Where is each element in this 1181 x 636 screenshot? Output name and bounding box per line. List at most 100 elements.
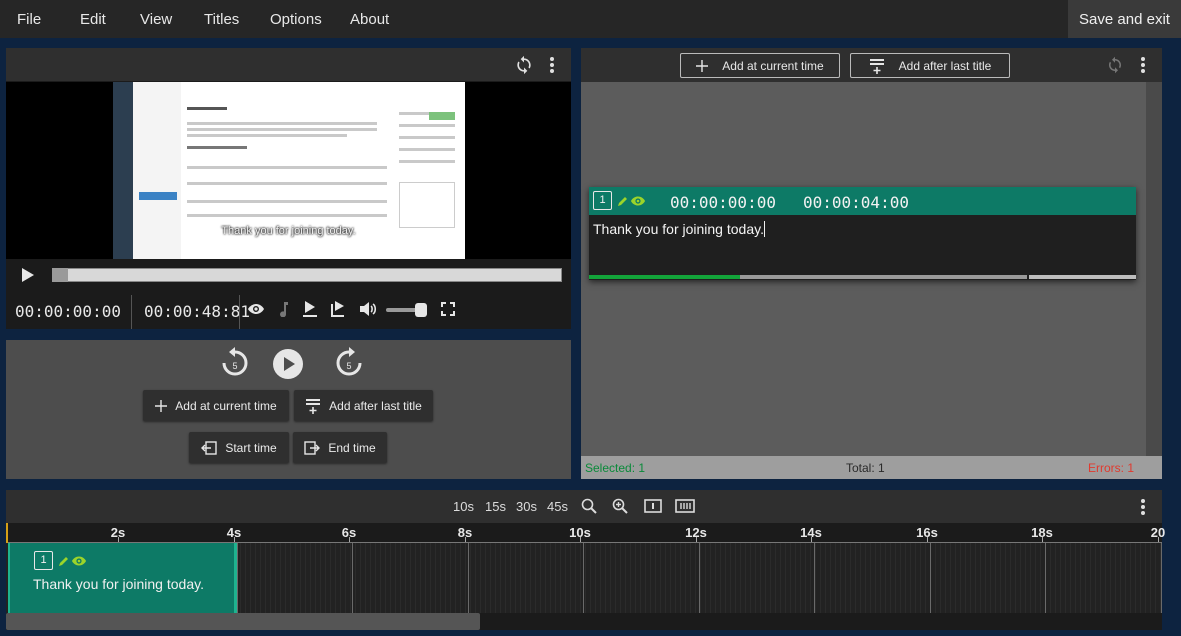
forward-icon[interactable]: 5 bbox=[334, 346, 364, 380]
tick-mark bbox=[349, 537, 350, 542]
editor-more-vert-icon[interactable] bbox=[1133, 54, 1153, 76]
sync-icon[interactable] bbox=[513, 54, 535, 76]
editor-add-current-label: Add at current time bbox=[722, 58, 824, 73]
visibility-icon[interactable] bbox=[630, 193, 646, 209]
plus-icon bbox=[696, 59, 709, 72]
clip-number: 1 bbox=[34, 551, 53, 570]
title-end-time[interactable]: 00:00:04:00 bbox=[803, 193, 909, 212]
selected-count: Selected: 1 bbox=[585, 461, 646, 475]
video-panel: Thank you for joining today. 00:00:00:00… bbox=[6, 48, 571, 329]
seek-bar[interactable] bbox=[52, 268, 562, 282]
menu-file[interactable]: File bbox=[17, 0, 41, 38]
timeline-ruler[interactable]: 2s 4s 6s 8s 10s 12s 14s 16s 18s 20 bbox=[6, 523, 1165, 543]
end-time-icon bbox=[304, 440, 321, 455]
zoom-out-icon[interactable] bbox=[580, 497, 598, 515]
zoom-in-icon[interactable] bbox=[611, 497, 629, 515]
titles-list: 1 00:00:00:00 00:00:04:00 Thank you for … bbox=[581, 82, 1146, 456]
start-time-button[interactable]: Start time bbox=[189, 432, 289, 463]
add-after-last-title-button[interactable]: Add after last title bbox=[294, 390, 433, 421]
clip-visibility-icon[interactable] bbox=[71, 553, 87, 569]
editor-add-after-last-title-button[interactable]: Add after last title bbox=[850, 53, 1010, 78]
timeline-playhead[interactable] bbox=[6, 523, 8, 543]
tick-mark bbox=[696, 537, 697, 542]
timeline-clip[interactable]: 1 Thank you for joining today. bbox=[8, 543, 237, 613]
editor-sync-icon[interactable] bbox=[1105, 55, 1125, 75]
editor-scrollbar[interactable] bbox=[1146, 82, 1162, 456]
music-note-icon[interactable] bbox=[276, 300, 290, 318]
eye-icon[interactable] bbox=[246, 300, 266, 318]
zoom-15s[interactable]: 15s bbox=[485, 499, 506, 514]
timeline-gridline bbox=[237, 543, 238, 613]
play-circle-icon[interactable] bbox=[272, 348, 304, 380]
add-after-label: Add after last title bbox=[329, 398, 422, 413]
more-vert-icon[interactable] bbox=[542, 54, 562, 76]
menu-edit[interactable]: Edit bbox=[80, 0, 106, 38]
title-start-time[interactable]: 00:00:00:00 bbox=[670, 193, 776, 212]
title-lines-bar bbox=[1029, 275, 1136, 279]
tick-mark bbox=[234, 537, 235, 542]
seek-thumb[interactable] bbox=[52, 268, 68, 282]
clip-pencil-icon[interactable] bbox=[57, 553, 71, 569]
add-current-label: Add at current time bbox=[175, 398, 277, 413]
zoom-30s[interactable]: 30s bbox=[516, 499, 537, 514]
end-time-button[interactable]: End time bbox=[293, 432, 387, 463]
seek-row bbox=[6, 259, 571, 289]
volume-thumb[interactable] bbox=[415, 303, 427, 317]
fit-selection-icon[interactable] bbox=[643, 497, 663, 515]
save-and-exit-button[interactable]: Save and exit bbox=[1068, 0, 1181, 38]
duration: 00:00:48:81 bbox=[144, 302, 250, 321]
pencil-icon[interactable] bbox=[616, 193, 630, 209]
rewind-icon[interactable]: 5 bbox=[220, 346, 250, 380]
jump-to-end-icon[interactable] bbox=[329, 299, 347, 319]
timeline-gridline bbox=[1045, 543, 1046, 613]
menu-view[interactable]: View bbox=[140, 0, 172, 38]
start-time-label: Start time bbox=[225, 440, 277, 455]
timeline-more-vert-icon[interactable] bbox=[1133, 496, 1153, 518]
video-player[interactable]: Thank you for joining today. bbox=[6, 82, 571, 259]
rewind-seconds: 5 bbox=[232, 361, 238, 371]
tick-mark bbox=[118, 537, 119, 542]
menu-titles[interactable]: Titles bbox=[204, 0, 239, 38]
errors-count[interactable]: Errors: 1 bbox=[1088, 461, 1134, 475]
title-duration-bar bbox=[589, 275, 740, 279]
title-card-header: 1 00:00:00:00 00:00:04:00 bbox=[589, 187, 1136, 215]
timeline-gridline bbox=[352, 543, 353, 613]
tick-mark bbox=[927, 537, 928, 542]
current-time: 00:00:00:00 bbox=[15, 302, 121, 321]
tick-mark bbox=[811, 537, 812, 542]
tick-mark bbox=[1158, 537, 1159, 542]
zoom-10s[interactable]: 10s bbox=[453, 499, 474, 514]
menu-options[interactable]: Options bbox=[270, 0, 322, 38]
titles-editor-panel: Add at current time Add after last title… bbox=[581, 48, 1162, 479]
fit-all-icon[interactable] bbox=[674, 497, 696, 515]
timeline-gridline bbox=[814, 543, 815, 613]
editor-header: Add at current time Add after last title bbox=[581, 48, 1162, 82]
zoom-45s[interactable]: 45s bbox=[547, 499, 568, 514]
timeline-track[interactable]: 1 Thank you for joining today. bbox=[6, 543, 1162, 613]
title-text[interactable]: Thank you for joining today. bbox=[593, 221, 764, 237]
text-cursor bbox=[764, 221, 765, 237]
fullscreen-icon[interactable] bbox=[439, 300, 457, 318]
tick-mark bbox=[1042, 537, 1043, 542]
title-chars-bar bbox=[740, 275, 1027, 279]
timeline-gridline bbox=[930, 543, 931, 613]
menu-about[interactable]: About bbox=[350, 0, 389, 38]
add-row-icon bbox=[306, 398, 321, 414]
add-at-current-time-button[interactable]: Add at current time bbox=[143, 390, 289, 421]
video-header bbox=[6, 48, 571, 81]
total-count: Total: 1 bbox=[846, 461, 885, 475]
title-card[interactable]: 1 00:00:00:00 00:00:04:00 Thank you for … bbox=[589, 187, 1136, 280]
editor-add-at-current-time-button[interactable]: Add at current time bbox=[680, 53, 840, 78]
time-row: 00:00:00:00 00:00:48:81 bbox=[6, 289, 571, 329]
volume-icon[interactable] bbox=[358, 299, 378, 319]
jump-to-start-icon[interactable] bbox=[301, 299, 319, 319]
play-icon[interactable] bbox=[18, 265, 38, 285]
forward-seconds: 5 bbox=[346, 361, 352, 371]
timeline-gridline bbox=[699, 543, 700, 613]
timeline-scroll-thumb[interactable] bbox=[6, 613, 480, 630]
tick-mark bbox=[465, 537, 466, 542]
timeline-gridline bbox=[1161, 543, 1162, 613]
timeline-scrollbar[interactable] bbox=[6, 613, 1162, 630]
video-caption: Thank you for joining today. bbox=[221, 225, 356, 237]
clip-text: Thank you for joining today. bbox=[33, 576, 204, 592]
